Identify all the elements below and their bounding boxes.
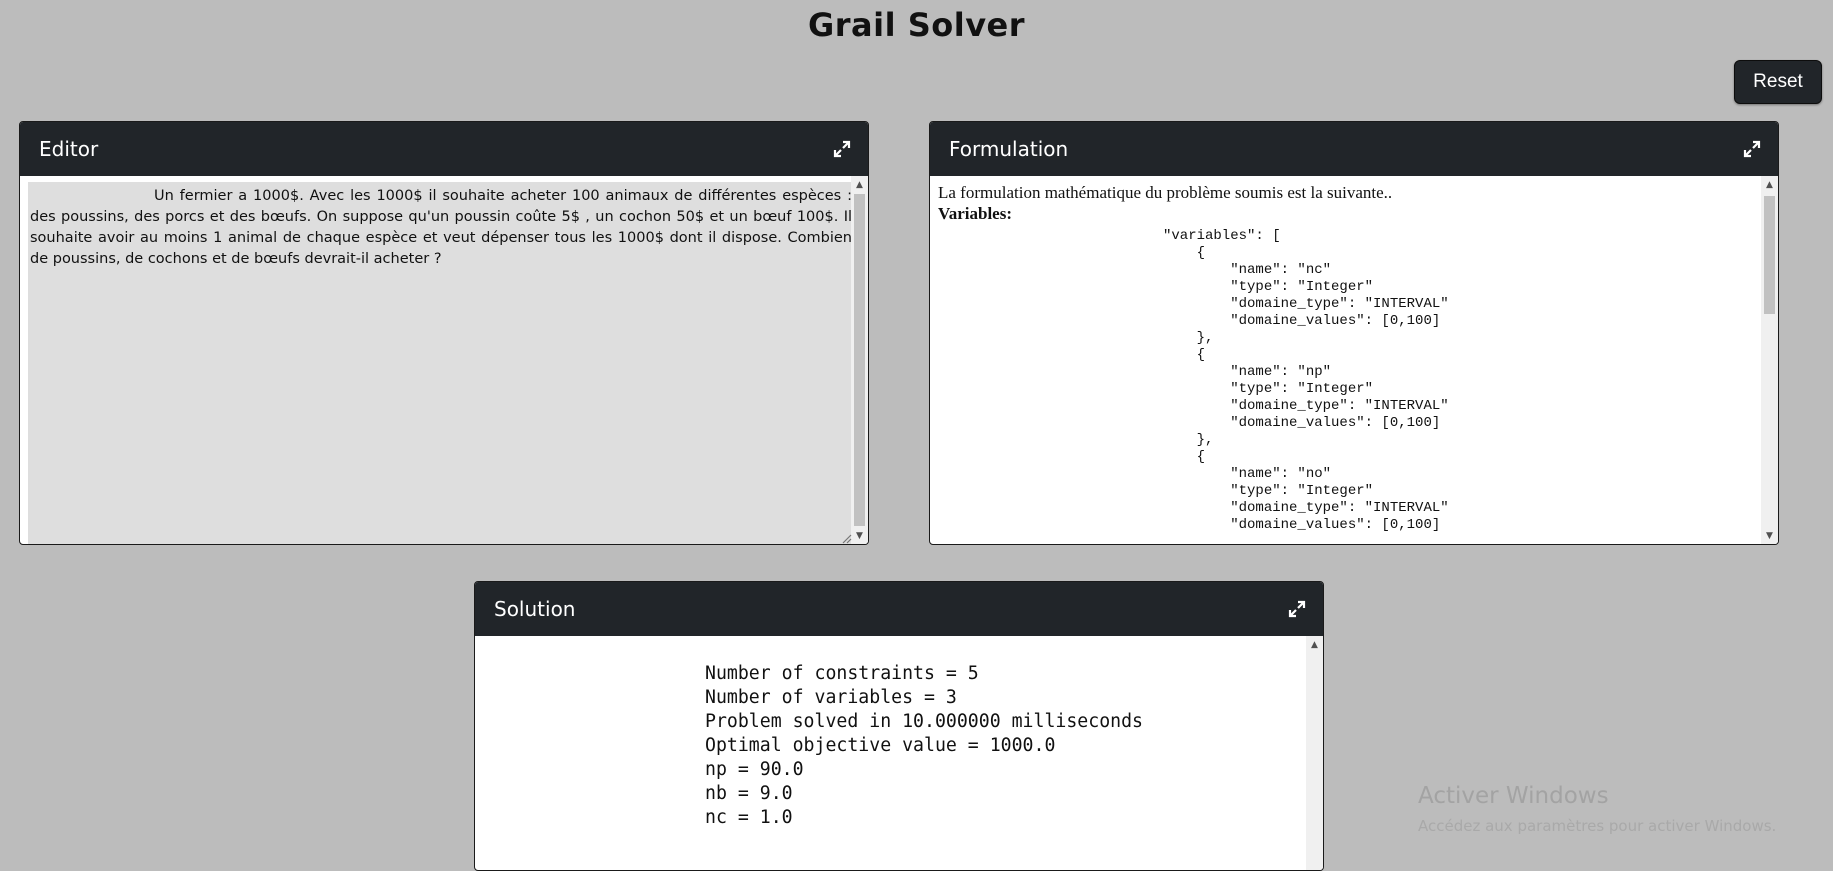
expand-icon[interactable] (1742, 139, 1762, 159)
formulation-header: Formulation (930, 122, 1778, 176)
expand-icon[interactable] (832, 139, 852, 159)
formulation-scrollbar[interactable]: ▲ ▼ (1761, 176, 1778, 544)
expand-icon[interactable] (1287, 599, 1307, 619)
solution-header: Solution (475, 582, 1323, 636)
editor-header: Editor (20, 122, 868, 176)
page-title: Grail Solver (807, 6, 1026, 44)
scrollbar-thumb[interactable] (1764, 196, 1775, 314)
scroll-up-arrow-icon[interactable]: ▲ (1306, 636, 1323, 653)
problem-textarea[interactable]: Un fermier a 1000$. Avec les 1000$ il so… (28, 182, 854, 544)
reset-button[interactable]: Reset (1734, 60, 1822, 104)
resize-grip-icon[interactable] (840, 532, 852, 544)
formulation-title: Formulation (949, 137, 1069, 161)
editor-title: Editor (39, 137, 99, 161)
scroll-down-arrow-icon[interactable]: ▼ (1761, 527, 1778, 544)
editor-body: Un fermier a 1000$. Avec les 1000$ il so… (20, 176, 868, 544)
activation-watermark-subtitle: Accédez aux paramètres pour activer Wind… (1418, 817, 1777, 835)
scroll-down-arrow-icon[interactable]: ▼ (851, 527, 868, 544)
formulation-body: La formulation mathématique du problème … (930, 176, 1778, 544)
editor-panel: Editor Un fermier a 1000$. Avec les 1000… (19, 121, 869, 545)
activation-watermark-title: Activer Windows (1418, 783, 1609, 809)
scrollbar-thumb[interactable] (854, 194, 865, 526)
editor-scrollbar[interactable]: ▲ ▼ (851, 176, 868, 544)
scroll-up-arrow-icon[interactable]: ▲ (851, 176, 868, 193)
solution-title: Solution (494, 597, 576, 621)
variables-label: Variables: (938, 204, 1012, 223)
formulation-panel: Formulation La formulation mathématique … (929, 121, 1779, 545)
formulation-content: La formulation mathématique du problème … (938, 182, 1760, 544)
variables-json: "variables": [ { "name": "nc" "type": "I… (1163, 228, 1449, 533)
solution-output: Number of constraints = 5 Number of vari… (705, 663, 1143, 828)
formulation-intro: La formulation mathématique du problème … (938, 183, 1393, 202)
solution-panel: Solution Number of constraints = 5 Numbe… (474, 581, 1324, 871)
solution-body: Number of constraints = 5 Number of vari… (475, 636, 1323, 870)
solution-scrollbar[interactable]: ▲ (1306, 636, 1323, 870)
scroll-up-arrow-icon[interactable]: ▲ (1761, 176, 1778, 193)
